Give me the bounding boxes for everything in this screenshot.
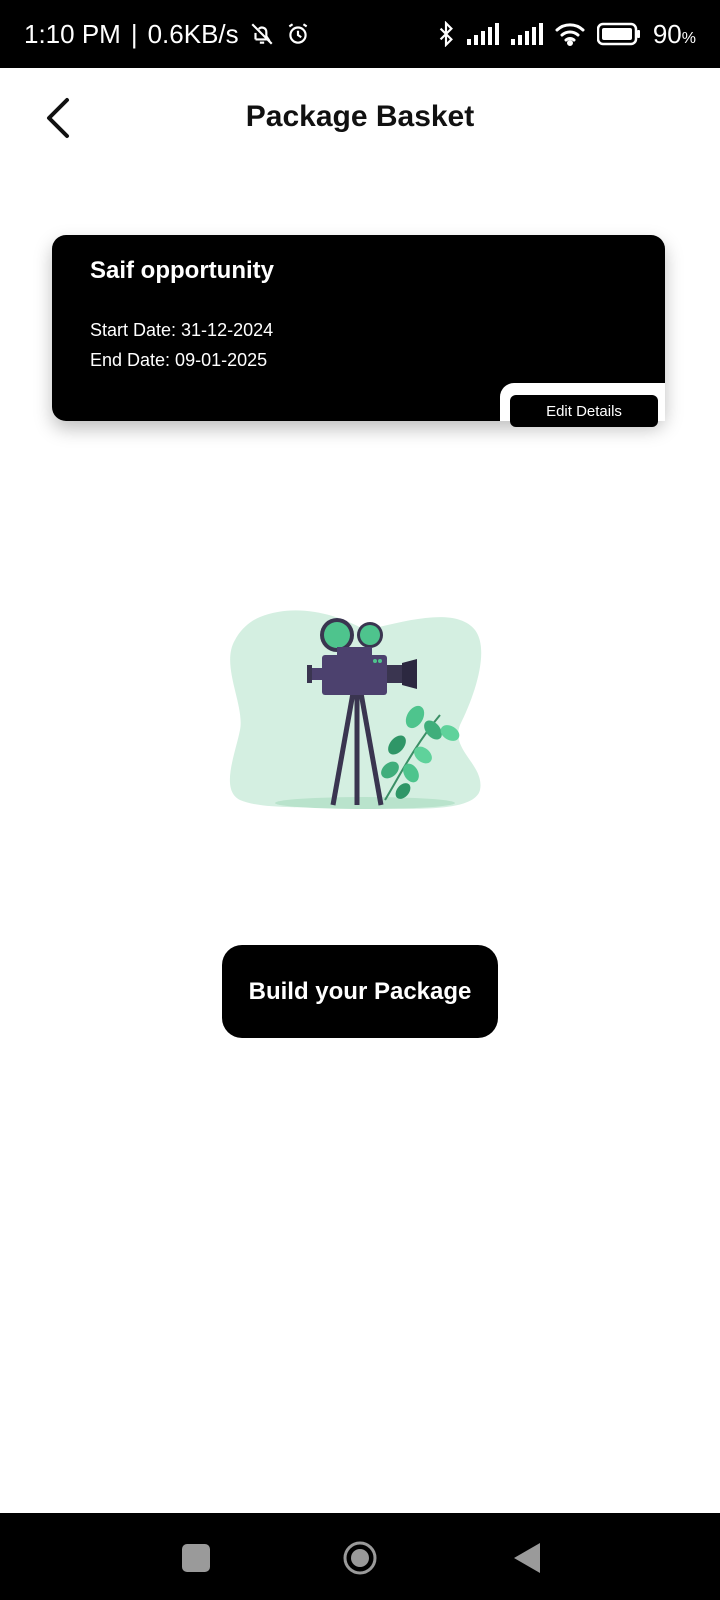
triangle-back-icon[interactable] xyxy=(510,1540,546,1576)
bluetooth-icon xyxy=(437,21,455,47)
bell-off-icon xyxy=(249,21,275,47)
battery-level: 90% xyxy=(652,18,696,49)
status-right: 90% xyxy=(437,19,696,50)
status-bar: 1:10 PM | 0.6KB/s 90% xyxy=(0,0,720,68)
status-left: 1:10 PM | 0.6KB/s xyxy=(24,19,311,50)
status-time: 1:10 PM xyxy=(24,18,121,49)
wifi-icon xyxy=(555,22,585,46)
signal-icon xyxy=(466,23,499,45)
circle-home-icon[interactable] xyxy=(342,1540,378,1576)
card-title: Saif opportunity xyxy=(90,257,274,284)
start-date: Start Date: 31-12-2024 xyxy=(90,320,274,340)
signal-icon xyxy=(510,23,543,45)
status-speed: 0.6KB/s xyxy=(147,18,239,49)
square-recent-icon[interactable] xyxy=(178,1540,214,1576)
battery-icon xyxy=(596,22,641,46)
page-title: Package Basket xyxy=(245,100,475,133)
edit-details-button[interactable]: Edit Details xyxy=(510,395,658,427)
film-camera-illustration xyxy=(225,605,505,825)
build-package-button[interactable]: Build your Package xyxy=(222,945,498,1038)
opportunity-card: Saif opportunity Start Date: 31-12-2024 … xyxy=(52,235,665,421)
status-separator: | xyxy=(130,18,138,49)
system-nav-bar xyxy=(0,1513,720,1600)
alarm-icon xyxy=(285,21,311,47)
end-date: End Date: 09-01-2025 xyxy=(90,350,268,370)
app-header: Package Basket xyxy=(0,68,720,168)
